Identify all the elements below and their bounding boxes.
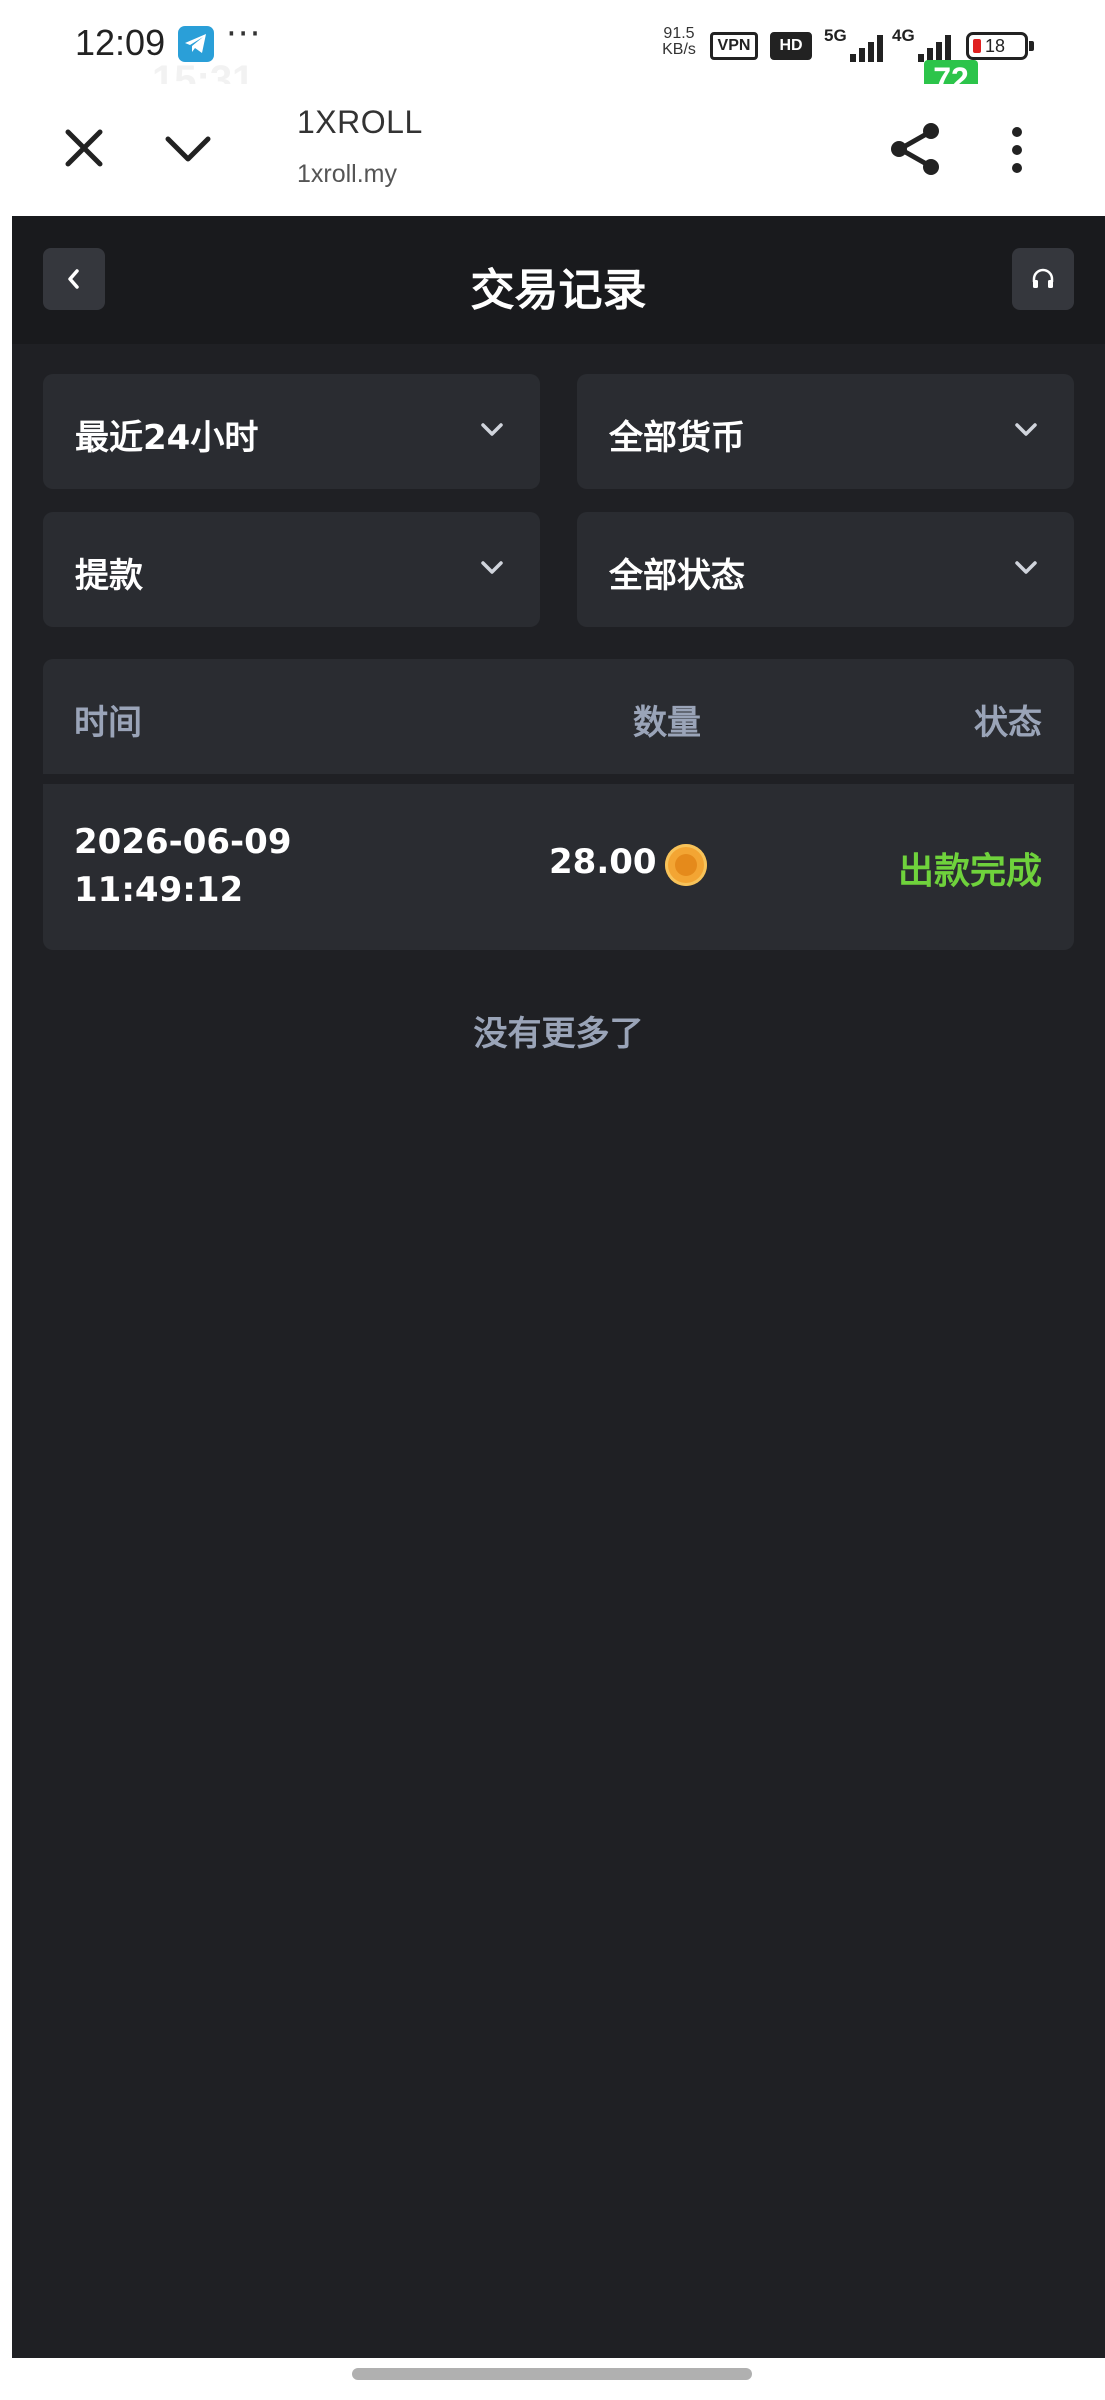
battery-level: 18 [985, 36, 1006, 56]
share-icon[interactable] [888, 122, 942, 180]
telegram-icon [178, 26, 214, 62]
network-speed: 91.5 KB/s [656, 26, 702, 58]
vpn-badge: VPN [710, 32, 758, 60]
type-select[interactable]: 提款 [43, 512, 540, 627]
page-header: 交易记录 [12, 216, 1105, 344]
no-more-text: 没有更多了 [473, 1014, 644, 1054]
chevron-down-icon[interactable] [164, 134, 212, 168]
column-status: 状态 [974, 703, 1042, 743]
row-datetime: 2026-06-09 11:49:12 [74, 818, 291, 914]
more-vertical-icon[interactable] [1010, 126, 1024, 178]
chevron-down-icon [481, 423, 503, 436]
time-range-select[interactable]: 最近24小时 [43, 374, 540, 489]
status-label: 全部状态 [609, 556, 745, 596]
currency-select[interactable]: 全部货币 [577, 374, 1074, 489]
time-range-label: 最近24小时 [75, 418, 259, 458]
support-button[interactable] [1012, 248, 1074, 310]
chevron-down-icon [481, 561, 503, 574]
battery-icon: 18 [966, 32, 1034, 60]
column-time: 时间 [74, 703, 142, 743]
app-content: 交易记录 最近24小时 全部货币 提款 全部状态 时间 数量 状态 2026-0… [12, 216, 1105, 2358]
home-indicator[interactable] [352, 2368, 752, 2380]
site-title: 1XROLL [297, 104, 423, 140]
row-amount: 28.00 [549, 842, 657, 882]
more-notifications-icon: ··· [226, 14, 262, 54]
row-time: 11:49:12 [74, 870, 244, 910]
network-speed-unit: KB/s [662, 41, 696, 58]
status-bar: 15:31 12:09 ··· 91.5 KB/s VPN HD 5G 4G 1… [0, 0, 1105, 102]
column-amount: 数量 [633, 703, 701, 743]
table-header: 时间 数量 状态 [43, 659, 1074, 774]
currency-label: 全部货币 [609, 418, 745, 458]
network-speed-value: 91.5 [663, 25, 695, 42]
row-date: 2026-06-09 [74, 822, 292, 862]
signal-4g-icon: 4G [892, 26, 956, 62]
status-select[interactable]: 全部状态 [577, 512, 1074, 627]
row-status: 出款完成 [897, 851, 1042, 892]
type-label: 提款 [75, 556, 143, 596]
browser-toolbar: 1XROLL 1xroll.my [12, 84, 1105, 216]
navigation-bar [0, 2358, 1105, 2400]
status-time: 12:09 [75, 22, 166, 63]
signal-5g-icon: 5G [824, 26, 888, 62]
headset-icon [1032, 268, 1054, 288]
chevron-down-icon [1015, 561, 1037, 574]
table-row[interactable]: 2026-06-09 11:49:12 28.00 出款完成 [43, 784, 1074, 950]
coin-icon [665, 844, 707, 886]
site-url: 1xroll.my [297, 160, 398, 188]
chevron-down-icon [1015, 423, 1037, 436]
hd-badge: HD [770, 32, 812, 60]
close-icon[interactable] [64, 128, 104, 172]
page-title: 交易记录 [470, 265, 647, 316]
